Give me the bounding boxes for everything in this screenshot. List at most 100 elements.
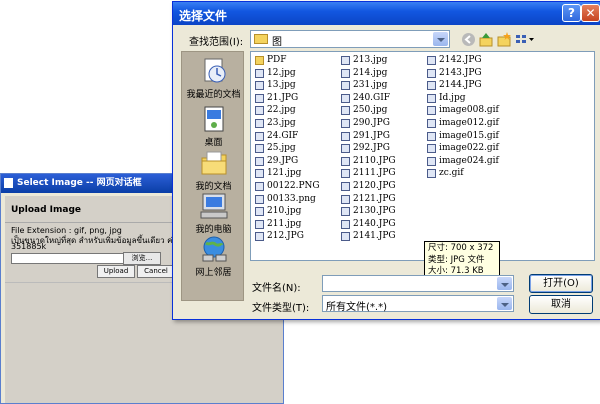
file-column-1: PDF 12.jpg 13.jpg 21.JPG 22.jpg 23.jpg 2… (254, 54, 320, 243)
file-name: 213.jpg (353, 55, 388, 65)
back-icon[interactable] (461, 32, 476, 47)
list-item[interactable]: 292.JPG (340, 142, 396, 155)
list-item[interactable]: 00133.png (254, 193, 320, 206)
image-file-icon (255, 156, 264, 166)
list-item[interactable]: Id.jpg (426, 92, 499, 105)
browse-button[interactable]: 浏览... (123, 252, 161, 265)
file-name: 2110.JPG (353, 155, 396, 166)
close-button[interactable]: ✕ (581, 4, 600, 22)
list-item[interactable]: 2120.JPG (340, 180, 396, 193)
cancel-upload-button[interactable]: Cancel (137, 265, 175, 278)
image-file-icon (255, 106, 264, 116)
file-column-3: 2142.JPG 2143.JPG 2144.JPG Id.jpg image0… (426, 54, 499, 180)
image-file-icon (427, 68, 436, 78)
chevron-down-icon[interactable] (433, 32, 448, 46)
image-file-icon (341, 194, 350, 204)
image-file-icon (255, 181, 264, 191)
chevron-down-icon[interactable] (497, 297, 512, 310)
network-places-icon (199, 235, 229, 263)
cancel-button[interactable]: 取消 (529, 295, 593, 314)
list-item[interactable]: 213.jpg (340, 54, 396, 67)
place-desktop[interactable]: 桌面 (182, 105, 245, 148)
image-file-icon (341, 219, 350, 229)
list-item[interactable]: 24.GIF (254, 130, 320, 143)
list-item[interactable]: 121.jpg (254, 167, 320, 180)
list-item[interactable]: 25.jpg (254, 142, 320, 155)
list-item[interactable]: 212.JPG (254, 230, 320, 243)
up-folder-icon[interactable] (479, 32, 494, 47)
image-file-icon (341, 56, 350, 65)
list-item[interactable]: 2141.JPG (340, 230, 396, 243)
list-item[interactable]: 2142.JPG (426, 54, 499, 67)
file-name: 292.JPG (353, 143, 390, 154)
list-item[interactable]: 00122.PNG (254, 180, 320, 193)
list-item[interactable]: image024.gif (426, 155, 499, 168)
list-item[interactable]: 22.jpg (254, 104, 320, 117)
list-item[interactable]: image012.gif (426, 117, 499, 130)
lookin-combo[interactable]: 图 (250, 30, 450, 48)
chevron-down-icon[interactable] (497, 277, 512, 290)
place-network[interactable]: 网上邻居 (182, 235, 245, 278)
list-item[interactable]: 291.JPG (340, 130, 396, 143)
list-item[interactable]: 2130.JPG (340, 205, 396, 218)
place-label: 桌面 (204, 138, 223, 148)
list-item[interactable]: 29.JPG (254, 155, 320, 168)
list-item[interactable]: image015.gif (426, 130, 499, 143)
file-name: 29.JPG (267, 155, 299, 166)
file-name: image015.gif (439, 130, 499, 141)
tooltip-dimensions: 尺寸: 700 x 372 (428, 243, 494, 253)
list-item[interactable]: 214.jpg (340, 67, 396, 80)
list-item[interactable]: 2144.JPG (426, 79, 499, 92)
new-folder-icon[interactable] (497, 32, 512, 47)
list-item[interactable]: 2140.JPG (340, 218, 396, 231)
dialog-title: 选择文件 (179, 9, 228, 23)
list-item[interactable]: 250.jpg (340, 104, 396, 117)
open-button[interactable]: 打开(O) (529, 274, 593, 293)
place-my-computer[interactable]: 我的电脑 (182, 192, 245, 235)
list-item[interactable]: 211.jpg (254, 218, 320, 231)
list-item[interactable]: image022.gif (426, 142, 499, 155)
recent-docs-icon (199, 57, 229, 85)
place-recent-docs[interactable]: 我最近的文档 (182, 57, 245, 100)
filename-input[interactable] (322, 275, 514, 292)
list-item[interactable]: zc.gif (426, 167, 499, 180)
lookin-label: 查找范围(I): (189, 37, 244, 48)
list-item[interactable]: 23.jpg (254, 117, 320, 130)
list-item[interactable]: 2121.JPG (340, 193, 396, 206)
image-file-icon (255, 194, 264, 204)
image-file-icon (255, 144, 264, 154)
image-file-icon (255, 81, 264, 91)
my-documents-icon (199, 149, 229, 177)
list-item[interactable]: 2111.JPG (340, 167, 396, 180)
file-name: 231.jpg (353, 80, 388, 91)
folder-icon (254, 34, 268, 44)
list-item[interactable]: 2110.JPG (340, 155, 396, 168)
list-item[interactable]: 13.jpg (254, 79, 320, 92)
list-item[interactable]: 231.jpg (340, 79, 396, 92)
file-name: 23.jpg (267, 117, 296, 128)
image-file-icon (427, 118, 436, 128)
view-menu-icon[interactable] (515, 32, 535, 47)
file-name: 2120.JPG (353, 180, 396, 191)
file-list[interactable]: PDF 12.jpg 13.jpg 21.JPG 22.jpg 23.jpg 2… (250, 51, 595, 261)
list-item[interactable]: PDF (254, 54, 320, 67)
file-name: image012.gif (439, 117, 499, 128)
list-item[interactable]: image008.gif (426, 104, 499, 117)
image-file-icon (427, 156, 436, 166)
list-item[interactable]: 2143.JPG (426, 67, 499, 80)
file-path-input[interactable] (11, 253, 125, 264)
background-dialog-title: Select Image -- 网页对话框 (17, 178, 142, 188)
file-name: 2111.JPG (353, 168, 396, 179)
upload-button[interactable]: Upload (97, 265, 135, 278)
file-open-dialog: 选择文件 ? ✕ 查找范围(I): 图 我最近的文档 桌面 我的文档 我的电脑 … (172, 1, 600, 320)
list-item[interactable]: 290.JPG (340, 117, 396, 130)
file-name: 12.jpg (267, 67, 296, 78)
place-label: 我的电脑 (195, 225, 232, 235)
list-item[interactable]: 210.jpg (254, 205, 320, 218)
list-item[interactable]: 240.GIF (340, 92, 396, 105)
filetype-select[interactable]: 所有文件(*.*) (322, 295, 514, 313)
list-item[interactable]: 21.JPG (254, 92, 320, 105)
place-my-documents[interactable]: 我的文档 (182, 149, 245, 192)
list-item[interactable]: 12.jpg (254, 67, 320, 80)
help-button[interactable]: ? (562, 4, 581, 22)
